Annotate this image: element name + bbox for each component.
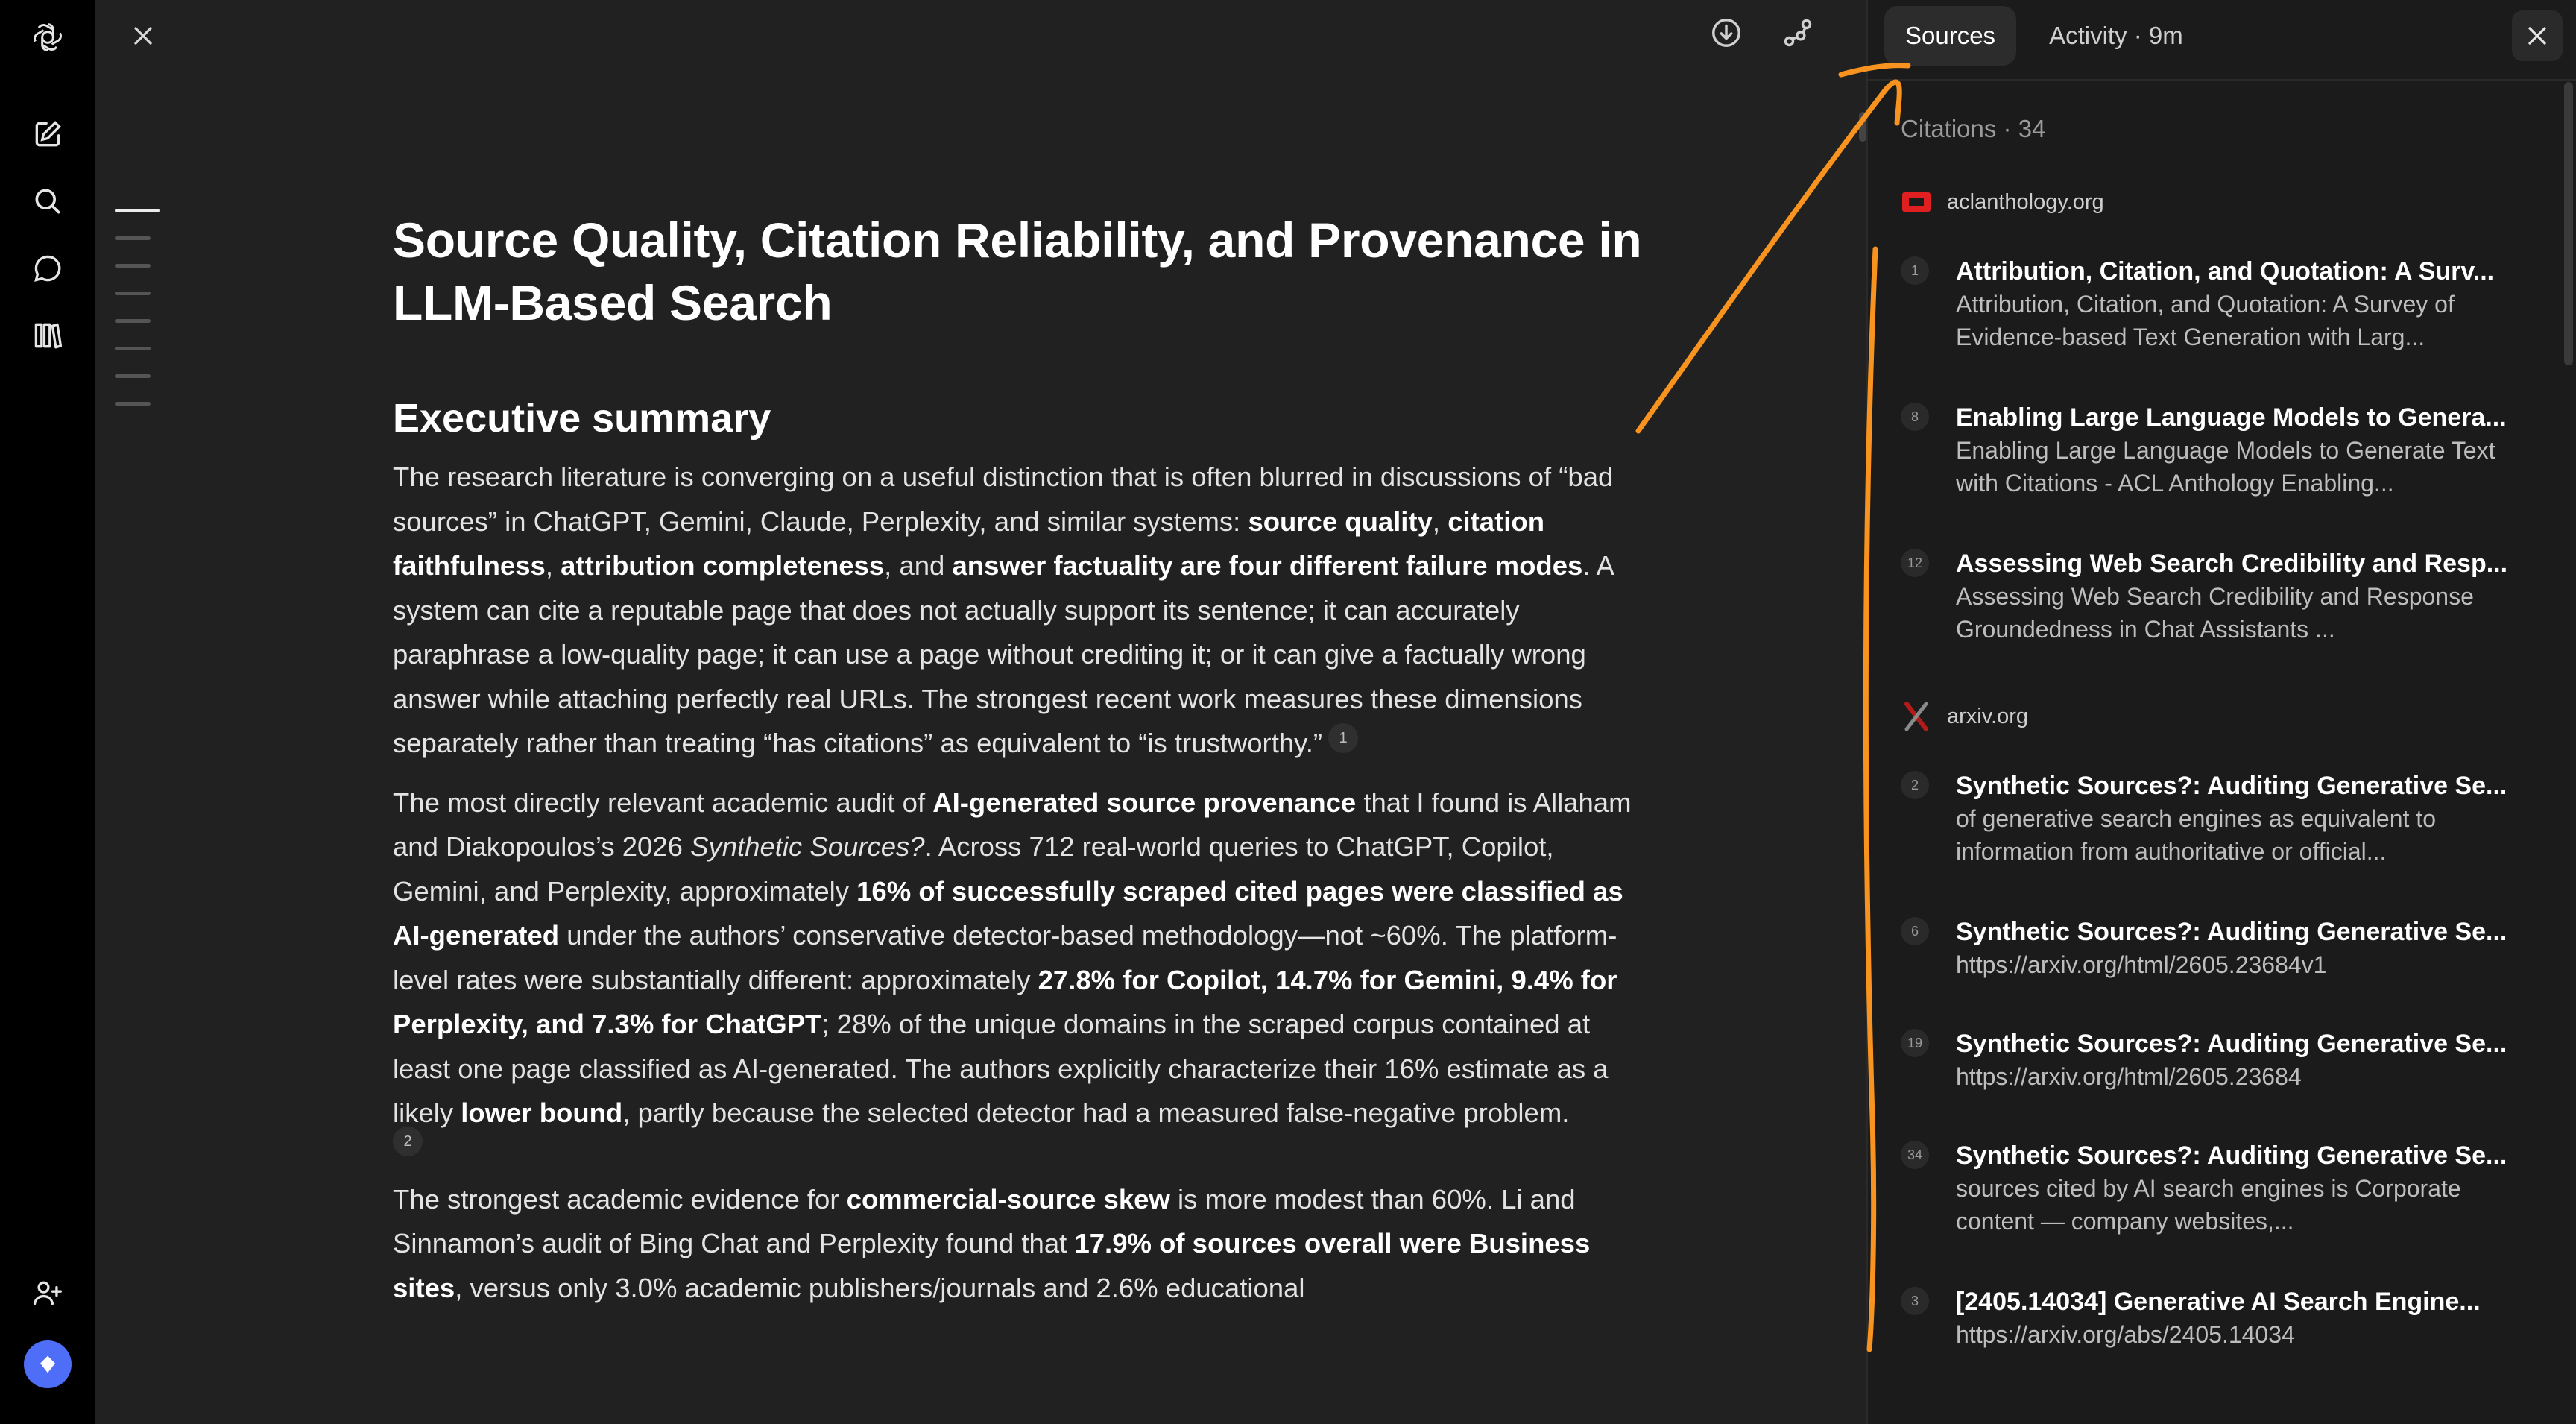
domain-label: aclanthology.org [1947, 189, 2104, 214]
document-toolbar [1705, 12, 1819, 54]
source-title: Synthetic Sources?: Auditing Generative … [1956, 1030, 2507, 1058]
paragraph: The strongest academic evidence for comm… [393, 1183, 1591, 1303]
source-item[interactable]: 12 Assessing Web Search Credibility and … [1901, 547, 2542, 646]
citation-marker[interactable]: 1 [1328, 722, 1358, 753]
source-domain[interactable]: arxiv.org [1902, 702, 2028, 731]
left-rail [0, 0, 95, 1424]
source-item[interactable]: 6 Synthetic Sources?: Auditing Generativ… [1901, 916, 2542, 981]
source-number: 8 [1901, 403, 1929, 431]
source-item[interactable]: 3 [2405.14034] Generative AI Search Engi… [1901, 1285, 2542, 1351]
acl-logo-icon [1902, 188, 1931, 216]
paragraph: The research literature is converging on… [393, 461, 1614, 758]
panel-tabs: Sources Activity · 9m [1884, 6, 2204, 66]
close-document-button[interactable] [119, 12, 167, 60]
source-title: Synthetic Sources?: Auditing Generative … [1956, 1141, 2507, 1170]
close-panel-button[interactable] [2512, 10, 2563, 61]
source-item[interactable]: 19 Synthetic Sources?: Auditing Generati… [1901, 1027, 2542, 1093]
source-item[interactable]: 2 Synthetic Sources?: Auditing Generativ… [1901, 769, 2542, 868]
app-window: Source Quality, Citation Reliability, an… [0, 0, 2576, 1424]
toc-item[interactable] [115, 374, 151, 378]
toc-item[interactable] [115, 347, 151, 350]
section-heading: Executive summary [393, 396, 771, 441]
tab-sources[interactable]: Sources [1884, 6, 2017, 66]
new-chat-icon[interactable] [27, 113, 69, 155]
add-people-icon[interactable] [27, 1272, 69, 1314]
domain-label: arxiv.org [1947, 704, 2029, 728]
toc-item[interactable] [115, 292, 151, 295]
download-icon[interactable] [1705, 12, 1747, 54]
document-scrollbar[interactable] [1859, 112, 1866, 142]
source-item[interactable]: 1 Attribution, Citation, and Quotation: … [1901, 255, 2542, 353]
citation-marker[interactable]: 2 [393, 1126, 423, 1156]
source-item[interactable]: 8 Enabling Large Language Models to Gene… [1901, 401, 2542, 500]
source-number: 2 [1901, 771, 1929, 799]
arxiv-logo-icon [1902, 702, 1931, 731]
source-snippet: Attribution, Citation, and Quotation: A … [1956, 291, 2455, 350]
chat-bubble-icon[interactable] [27, 248, 69, 289]
source-number: 19 [1901, 1029, 1929, 1057]
citations-count: Citations · 34 [1901, 115, 2046, 142]
source-snippet: of generative search engines as equivale… [1956, 805, 2436, 865]
source-title: Attribution, Citation, and Quotation: A … [1956, 257, 2495, 286]
source-title: Synthetic Sources?: Auditing Generative … [1956, 772, 2507, 800]
paragraph: The most directly relevant academic audi… [393, 781, 1652, 1156]
source-title: Enabling Large Language Models to Genera… [1956, 403, 2507, 432]
source-snippet: Assessing Web Search Credibility and Res… [1956, 583, 2474, 643]
toc-item[interactable] [115, 264, 151, 268]
search-icon[interactable] [27, 180, 69, 222]
source-title: Assessing Web Search Credibility and Res… [1956, 549, 2508, 578]
source-number: 3 [1901, 1287, 1929, 1315]
library-icon[interactable] [27, 315, 69, 356]
source-number: 6 [1901, 917, 1929, 945]
source-title: [2405.14034] Generative AI Search Engine… [1956, 1288, 2481, 1316]
source-url: https://arxiv.org/html/2605.23684 [1956, 1063, 2302, 1090]
table-of-contents[interactable] [115, 209, 160, 429]
tab-activity[interactable]: Activity · 9m [2028, 6, 2204, 66]
source-number: 34 [1901, 1141, 1929, 1169]
source-domain[interactable]: aclanthology.org [1902, 188, 2104, 216]
toc-item[interactable] [115, 236, 151, 240]
panel-scrollbar[interactable] [2564, 82, 2573, 365]
upgrade-icon[interactable] [24, 1340, 72, 1388]
source-number: 1 [1901, 256, 1929, 285]
toc-item[interactable] [115, 319, 151, 323]
share-link-icon[interactable] [1777, 12, 1819, 54]
source-url: https://arxiv.org/abs/2405.14034 [1956, 1321, 2295, 1348]
toc-item[interactable] [115, 209, 160, 212]
source-snippet: sources cited by AI search engines is Co… [1956, 1175, 2461, 1235]
source-item[interactable]: 34 Synthetic Sources?: Auditing Generati… [1901, 1139, 2542, 1238]
source-number: 12 [1901, 549, 1929, 577]
toc-item[interactable] [115, 402, 151, 406]
document-title: Source Quality, Citation Reliability, an… [393, 212, 1642, 330]
sources-panel: Sources Activity · 9m Citations · 34 acl… [1866, 0, 2576, 1424]
document-body: Source Quality, Citation Reliability, an… [393, 209, 1652, 1325]
source-url: https://arxiv.org/html/2605.23684v1 [1956, 951, 2327, 978]
chatgpt-logo-icon[interactable] [27, 16, 69, 58]
source-snippet: Enabling Large Language Models to Genera… [1956, 437, 2496, 497]
document-area: Source Quality, Citation Reliability, an… [95, 0, 1866, 1424]
divider [1868, 79, 2576, 81]
source-title: Synthetic Sources?: Auditing Generative … [1956, 918, 2507, 946]
